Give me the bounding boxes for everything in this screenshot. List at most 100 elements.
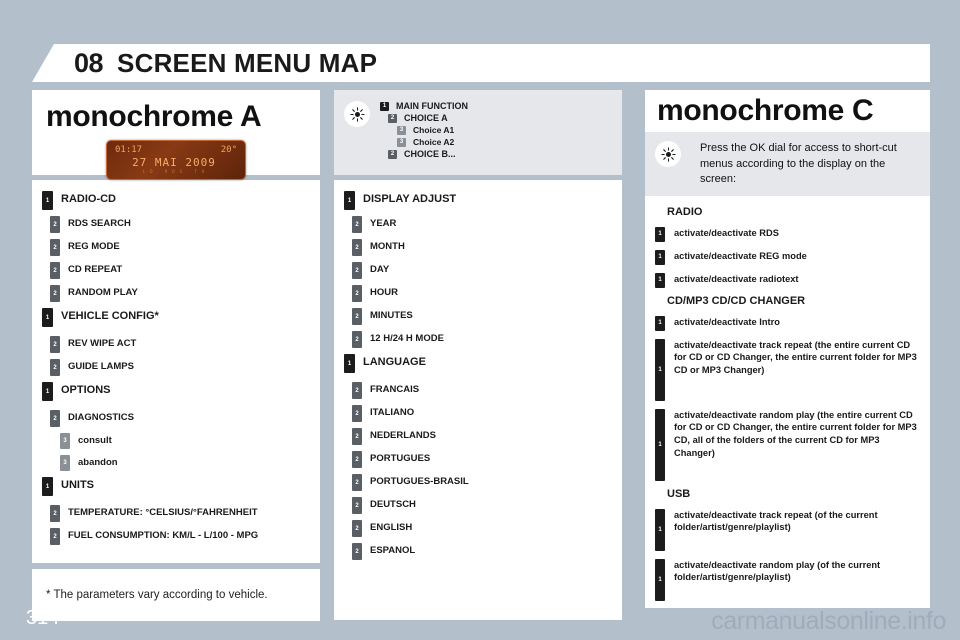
menu-item-level2: 2 MINUTES bbox=[352, 307, 612, 325]
menu-item-level2: 2 ITALIANO bbox=[352, 404, 612, 422]
menu-item-level1: 1 VEHICLE CONFIG* bbox=[42, 307, 310, 327]
legend-panel: 1 MAIN FUNCTION 2 CHOICE A 3 Choice A1 3 Choice… bbox=[334, 90, 622, 175]
shortcut-item-label: activate/deactivate radiotext bbox=[674, 273, 799, 284]
menu-item-level2: 2 DEUTSCH bbox=[352, 496, 612, 514]
menu-item-level2: 2 GUIDE LAMPS bbox=[50, 358, 310, 376]
menu-item-level2: 2 CD REPEAT bbox=[50, 261, 310, 279]
right-column: monochrome C Press the OK dial for acces… bbox=[645, 90, 930, 608]
level-marker-1: 1 bbox=[42, 382, 53, 401]
menu-item-level2: 2 TEMPERATURE: °CELSIUS/°FAHRENHEIT bbox=[50, 504, 310, 522]
legend-item-label: Choice A1 bbox=[413, 125, 455, 135]
shortcut-note-text: Press the OK dial for access to short-cu… bbox=[700, 142, 897, 186]
level-marker-2: 2 bbox=[352, 474, 362, 491]
section-heading: USB bbox=[667, 487, 691, 500]
display-date: 27 MAI 2009 bbox=[132, 156, 216, 169]
level-marker-2: 2 bbox=[352, 331, 362, 348]
menu-item-label: RDS SEARCH bbox=[68, 218, 131, 229]
level-marker-1: 1 bbox=[344, 191, 355, 210]
monochrome-a-title: monochrome A bbox=[46, 100, 262, 133]
shortcut-item-label: activate/deactivate REG mode bbox=[674, 250, 807, 261]
shortcut-item-label: activate/deactivate random play (of the … bbox=[674, 559, 881, 583]
chapter-number: 08 bbox=[74, 47, 104, 78]
level-marker-1: 1 bbox=[655, 272, 665, 288]
level-marker-1: 1 bbox=[655, 226, 665, 242]
menu-item-level1: 1 LANGUAGE bbox=[344, 353, 612, 373]
menu-item-label: FUEL CONSUMPTION: KM/L - L/100 - MPG bbox=[68, 530, 259, 541]
shortcut-item: 1 activate/deactivate random play (the en… bbox=[655, 408, 920, 481]
menu-item-level2: 2 DAY bbox=[352, 261, 612, 279]
menu-item-label: CD REPEAT bbox=[68, 264, 123, 275]
level-marker-2: 2 bbox=[50, 262, 60, 279]
level-marker-2: 2 bbox=[352, 382, 362, 399]
shortcut-note: Press the OK dial for access to short-cu… bbox=[645, 132, 930, 196]
legend-item-level3: 3 Choice A1 bbox=[397, 125, 468, 135]
level-marker-1: 1 bbox=[42, 191, 53, 210]
level-marker-2: 2 bbox=[352, 428, 362, 445]
menu-item-label: LANGUAGE bbox=[363, 356, 426, 368]
level-marker-1: 1 bbox=[344, 354, 355, 373]
menu-item-level2: 2 ESPANOL bbox=[352, 542, 612, 560]
menu-item-level2: 2 PORTUGUES-BRASIL bbox=[352, 473, 612, 491]
menu-item-level3: 3 consult bbox=[60, 432, 310, 449]
level-marker-1: 1 bbox=[655, 508, 665, 551]
menu-item-label: TEMPERATURE: °CELSIUS/°FAHRENHEIT bbox=[68, 507, 258, 518]
level-marker-2: 2 bbox=[50, 410, 60, 427]
menu-item-label: YEAR bbox=[370, 218, 397, 229]
menu-item-level2: 2 FRANCAIS bbox=[352, 381, 612, 399]
level-marker-2: 2 bbox=[352, 285, 362, 302]
level-marker-1: 1 bbox=[655, 408, 665, 481]
menu-item-label: RANDOM PLAY bbox=[68, 287, 138, 298]
legend-item-level3: 3 Choice A2 bbox=[397, 137, 468, 147]
monochrome-a-header-panel: monochrome A 01:17 20° 27 MAI 2009 LD RD… bbox=[32, 90, 320, 180]
menu-item-label: DAY bbox=[370, 264, 390, 275]
legend-item-label: CHOICE B... bbox=[404, 149, 456, 159]
menu-item-level2: 2 REG MODE bbox=[50, 238, 310, 256]
legend-item-label: CHOICE A bbox=[404, 113, 448, 123]
menu-item-label: abandon bbox=[78, 457, 118, 468]
level-marker-3: 3 bbox=[397, 137, 406, 147]
menu-item-level2: 2 MONTH bbox=[352, 238, 612, 256]
level-marker-1: 1 bbox=[655, 249, 665, 265]
level-marker-2: 2 bbox=[352, 239, 362, 256]
shortcut-item: 1 activate/deactivate RDS bbox=[655, 226, 920, 242]
radio-display-figure: 01:17 20° 27 MAI 2009 LD RDS TA bbox=[32, 140, 320, 180]
level-marker-2: 2 bbox=[352, 405, 362, 422]
level-marker-2: 2 bbox=[352, 308, 362, 325]
legend-item-level1: 1 MAIN FUNCTION bbox=[380, 101, 468, 111]
legend-items: 1 MAIN FUNCTION 2 CHOICE A 3 Choice A1 3 Choice… bbox=[380, 100, 468, 161]
level-marker-1: 1 bbox=[42, 477, 53, 496]
watermark: carmanualsonline.info bbox=[711, 607, 946, 635]
menu-item-level2: 2 RANDOM PLAY bbox=[50, 284, 310, 302]
shortcut-item: 1 activate/deactivate Intro bbox=[655, 315, 920, 331]
menu-item-label: DEUTSCH bbox=[370, 499, 416, 510]
level-marker-3: 3 bbox=[397, 125, 406, 135]
footnote-text: * The parameters vary according to vehic… bbox=[46, 589, 268, 601]
level-marker-2: 2 bbox=[50, 285, 60, 302]
menu-item-label: DIAGNOSTICS bbox=[68, 412, 134, 423]
menu-item-level1: 1 DISPLAY ADJUST bbox=[344, 190, 612, 210]
menu-item-label: GUIDE LAMPS bbox=[68, 361, 134, 372]
page-title: SCREEN MENU MAP bbox=[117, 47, 378, 78]
shortcut-item: 1 activate/deactivate random play (of the… bbox=[655, 558, 920, 601]
bulb-icon bbox=[344, 101, 370, 127]
menu-item-level2: 2 PORTUGUES bbox=[352, 450, 612, 468]
level-marker-1: 1 bbox=[655, 338, 665, 401]
monochrome-c-panel: monochrome C Press the OK dial for acces… bbox=[645, 90, 930, 608]
level-marker-3: 3 bbox=[60, 455, 70, 471]
level-marker-2: 2 bbox=[352, 497, 362, 514]
level-marker-2: 2 bbox=[352, 451, 362, 468]
menu-item-level2: 2 FUEL CONSUMPTION: KM/L - L/100 - MPG bbox=[50, 527, 310, 545]
menu-item-level2: 2 YEAR bbox=[352, 215, 612, 233]
menu-item-label: UNITS bbox=[61, 479, 94, 491]
display-indicators: LD RDS TA bbox=[142, 169, 210, 174]
legend-item-level2: 2 CHOICE A bbox=[388, 113, 468, 123]
menu-item-label: 12 H/24 H MODE bbox=[370, 333, 444, 344]
display-time: 01:17 bbox=[115, 145, 143, 155]
level-marker-2: 2 bbox=[352, 543, 362, 560]
menu-item-label: ESPANOL bbox=[370, 545, 416, 556]
menu-item-level2: 2 NEDERLANDS bbox=[352, 427, 612, 445]
menu-item-label: MINUTES bbox=[370, 310, 413, 321]
menu-item-level2: 2 REV WIPE ACT bbox=[50, 335, 310, 353]
menu-item-label: PORTUGUES-BRASIL bbox=[370, 476, 469, 487]
level-marker-2: 2 bbox=[50, 239, 60, 256]
